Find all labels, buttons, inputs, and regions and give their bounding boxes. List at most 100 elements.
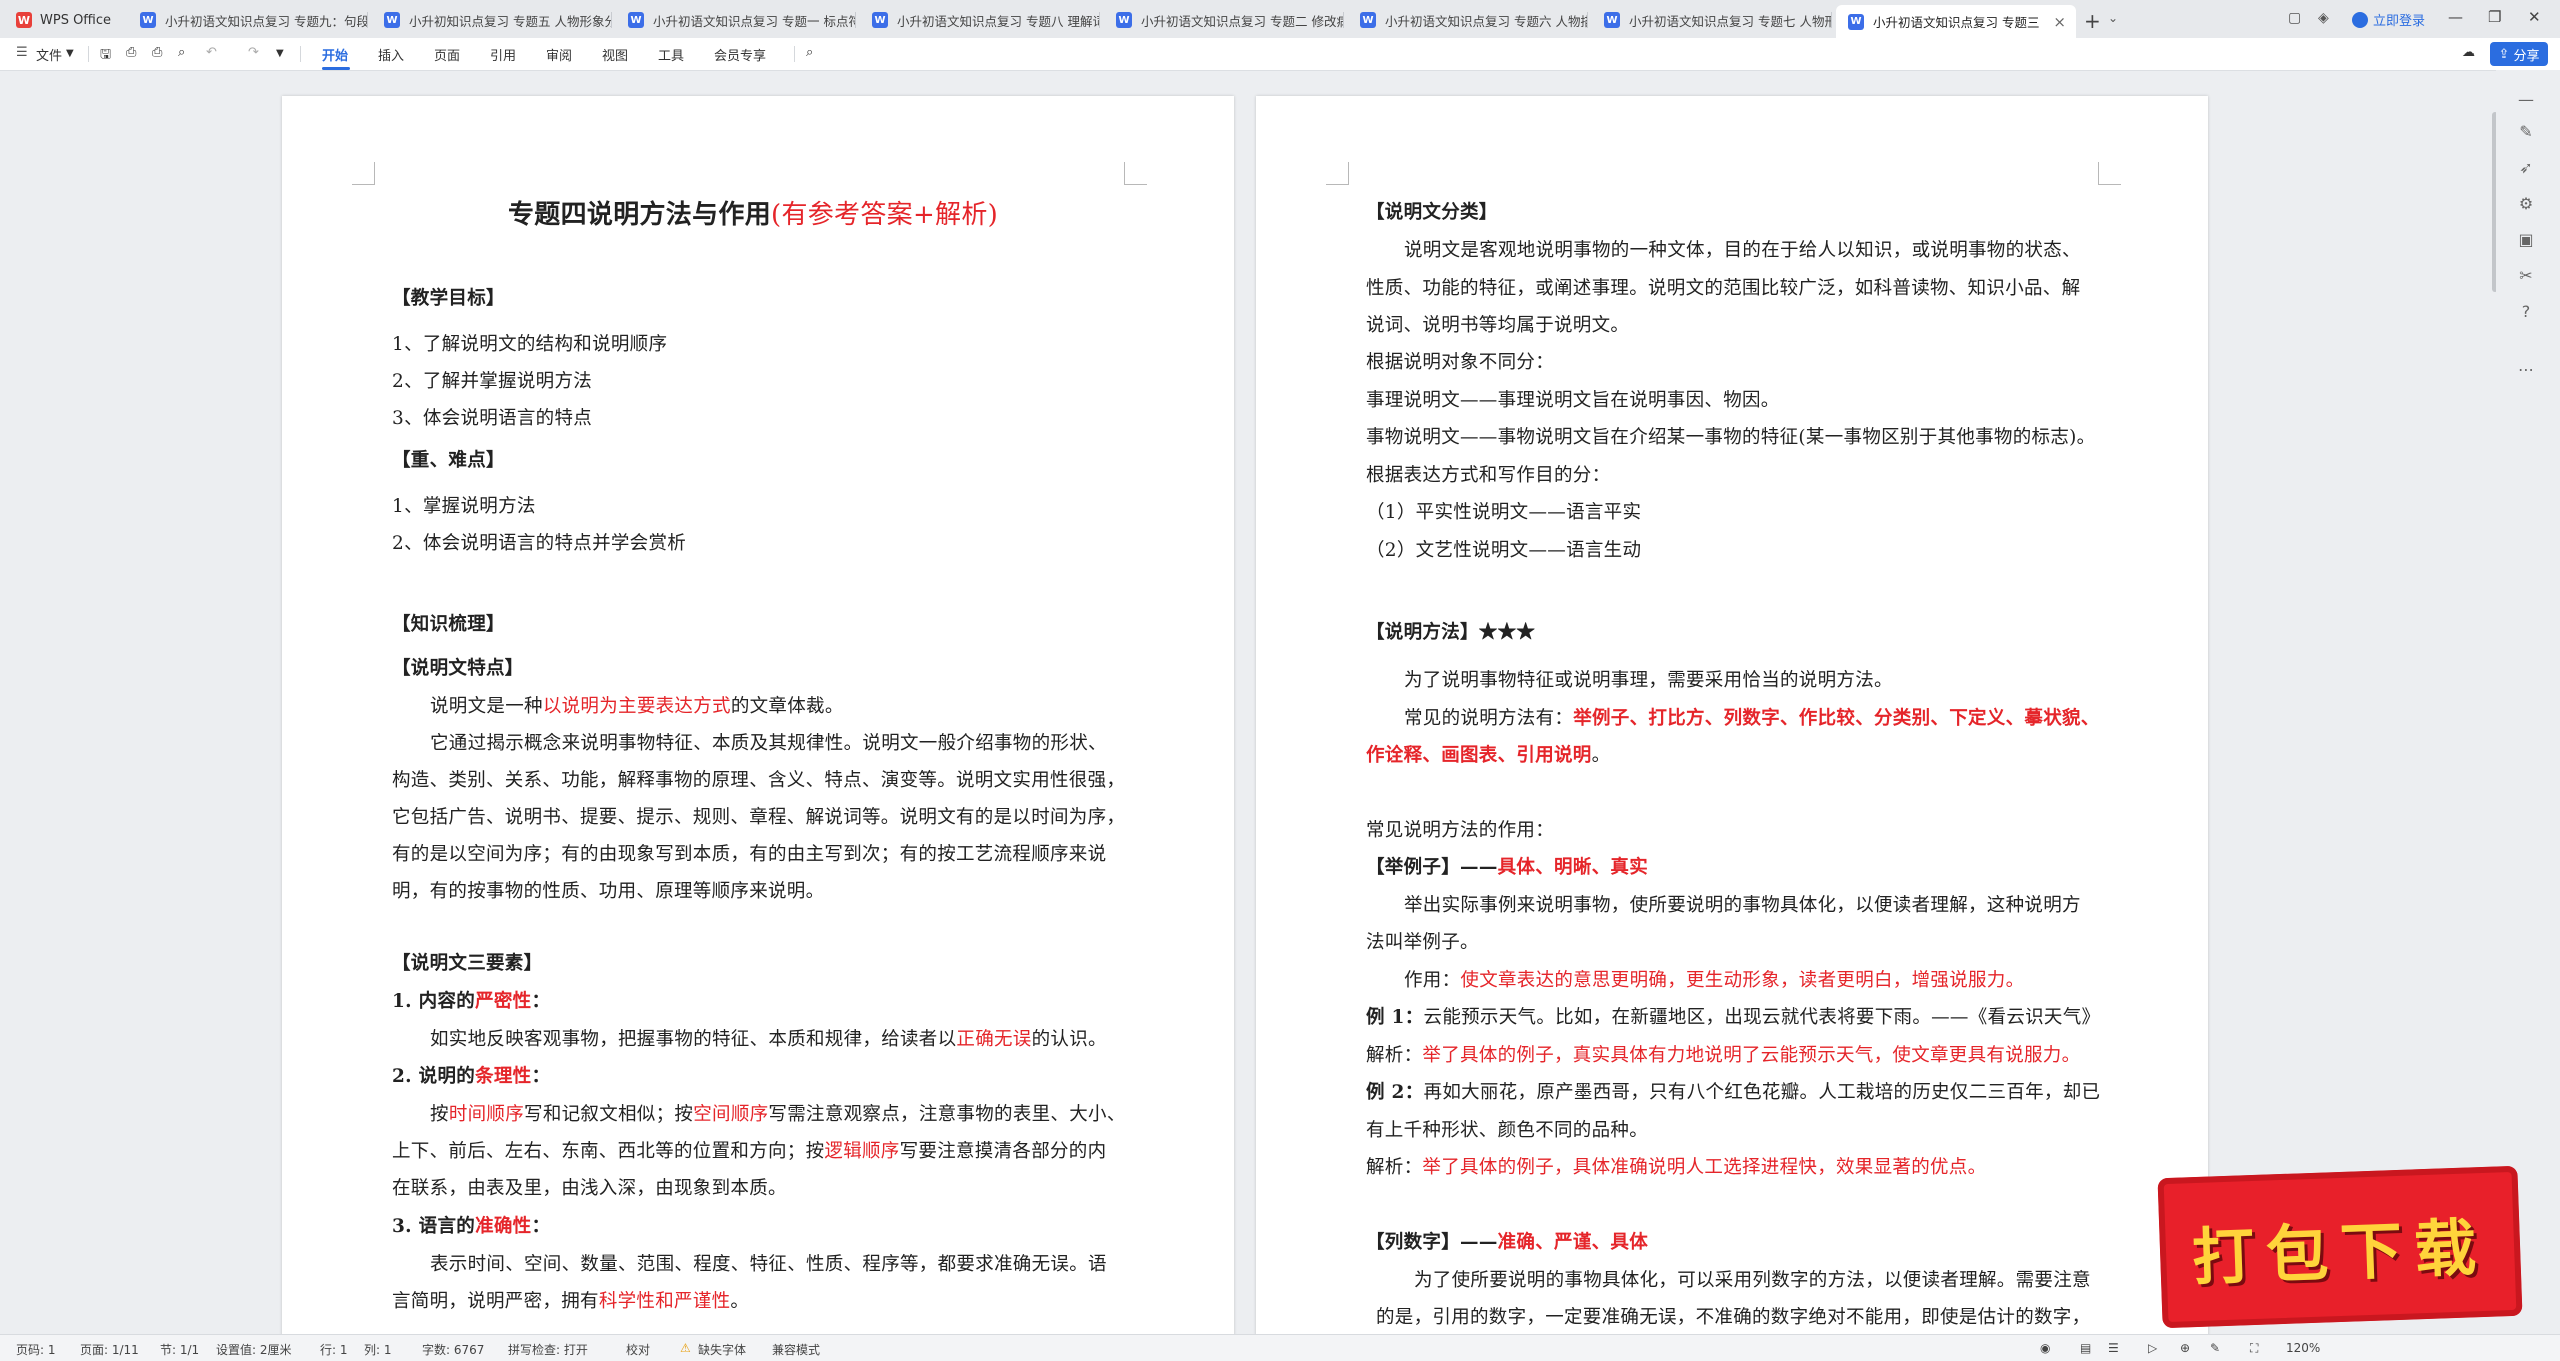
doc-tab[interactable]: W 小升初语文知识点复习 专题九：句段: [128, 5, 368, 35]
doc-tab-title: 小升初语文知识点复习 专题九：句段: [165, 13, 368, 29]
select-icon[interactable]: ➶: [2516, 158, 2536, 178]
print-icon[interactable]: ⎙: [152, 45, 162, 60]
goal-item: 2、了解并掌握说明方法: [392, 371, 593, 392]
status-spell-check[interactable]: 拼写检查: 打开: [508, 1341, 588, 1358]
effect-heading: 常见说明方法的作用：: [1366, 820, 1555, 841]
word-doc-icon: W: [1116, 12, 1132, 28]
word-doc-icon: W: [1848, 13, 1864, 30]
doc-tab-title: 小升初语文知识点复习 专题一 标点符号: [653, 13, 856, 29]
example-line: 举出实际事例来说明事物，使所要说明的事物具体化，以便读者理解，这种说明方: [1404, 895, 2081, 916]
example-1: 例 1：云能预示天气。比如，在新疆地区，出现云就代表将要下雨。——《看云识天气》: [1366, 1007, 2101, 1028]
download-banner[interactable]: 打包下载: [2157, 1165, 2523, 1329]
status-missing-font[interactable]: 缺失字体: [698, 1341, 746, 1358]
goal-item: 1、了解说明文的结构和说明顺序: [392, 334, 668, 355]
warning-icon: ⚠: [680, 1341, 691, 1355]
tab-member[interactable]: 会员专享: [714, 45, 766, 64]
element-2-line: 上下、前后、左右、东南、西北等的位置和方向；按逻辑顺序写要注意摸清各部分的内: [392, 1141, 1107, 1162]
help-icon[interactable]: ?: [2516, 302, 2536, 322]
word-doc-icon: W: [628, 12, 644, 28]
status-page-number[interactable]: 页码: 1: [16, 1341, 56, 1358]
share-label: 分享: [2513, 48, 2540, 64]
chevron-down-icon[interactable]: ⌄: [2108, 11, 2118, 25]
share-button[interactable]: ⇪ 分享: [2490, 42, 2548, 66]
chevron-down-icon[interactable]: ▼: [66, 48, 74, 59]
menu-icon[interactable]: ☰: [16, 45, 28, 60]
cloud-icon[interactable]: ☁: [2462, 45, 2475, 60]
feature-line: 它包括广告、说明书、提要、提示、规则、章程、解说词等。说明文有的是以时间为序，: [392, 807, 1126, 828]
example-2-line: 有上千种形状、颜色不同的品种。: [1366, 1120, 1649, 1141]
maximize-icon[interactable]: ❐: [2488, 8, 2501, 26]
goal-heading: 【教学目标】: [392, 288, 505, 309]
doc-tab[interactable]: W 小升初知识点复习 专题五 人物形象分析: [372, 5, 612, 35]
method-line: 为了说明事物特征或说明事理，需要采用恰当的说明方法。: [1404, 670, 1893, 691]
window-layout-icon[interactable]: ▢: [2288, 10, 2301, 26]
tab-insert[interactable]: 插入: [378, 45, 404, 64]
wps-logo-icon: W: [16, 12, 32, 28]
chevron-down-icon[interactable]: ▼: [276, 48, 284, 59]
feature-paragraph: 说明文是一种以说明为主要表达方式的文章体裁。: [430, 696, 844, 717]
status-word-count[interactable]: 字数: 6767: [422, 1341, 484, 1358]
eye-icon[interactable]: ◉: [2040, 1341, 2050, 1355]
file-menu[interactable]: 文件: [36, 45, 62, 64]
doc-tab-title: 小升初语文知识点复习 专题七 人物形象: [1629, 13, 1832, 29]
page-view-icon[interactable]: ▤: [2080, 1341, 2091, 1355]
status-setting[interactable]: 设置值: 2厘米: [216, 1341, 292, 1358]
skin-icon[interactable]: ◈: [2318, 10, 2329, 26]
doc-tab[interactable]: W 小升初语文知识点复习 专题一 标点符号: [616, 5, 856, 35]
search-icon[interactable]: ⌕: [806, 45, 813, 60]
print-preview-icon[interactable]: ⌕: [178, 45, 185, 60]
feature-line: 有的是以空间为序；有的由现象写到本质，有的由主写到次；有的按工艺流程顺序来说: [392, 844, 1107, 865]
doc-tab[interactable]: W 小升初语文知识点复习 专题二 修改病句: [1104, 5, 1344, 35]
doc-tab[interactable]: W 小升初语文知识点复习 专题六 人物描写: [1348, 5, 1588, 35]
feature-line: 明，有的按事物的性质、功用、原理等顺序来说明。: [392, 881, 825, 902]
example-line: 法叫举例子。: [1366, 932, 1479, 953]
adjust-icon[interactable]: ⚙: [2516, 194, 2536, 214]
tab-home[interactable]: 开始: [322, 45, 348, 64]
doc-tab[interactable]: W 小升初语文知识点复习 专题七 人物形象: [1592, 5, 1832, 35]
doc-tab[interactable]: W 小升初语文知识点复习 专题八 理解词语: [860, 5, 1100, 35]
web-view-icon[interactable]: ⊕: [2180, 1341, 2190, 1355]
wps-home-tab[interactable]: W WPS Office: [6, 6, 124, 34]
new-tab-icon[interactable]: +: [2084, 9, 2101, 33]
pen-icon[interactable]: ✎: [2210, 1341, 2220, 1355]
fit-icon[interactable]: ⛶: [2250, 1341, 2258, 1356]
close-window-icon[interactable]: ✕: [2528, 8, 2541, 26]
class-line: 说词、说明书等均属于说明文。: [1366, 315, 1630, 336]
element-3-heading: 3. 语言的准确性：: [392, 1216, 551, 1237]
tab-review[interactable]: 审阅: [546, 45, 572, 64]
tab-tools[interactable]: 工具: [658, 45, 684, 64]
undo-icon[interactable]: ↶: [206, 45, 217, 60]
crop-mark: [352, 162, 375, 185]
tab-page[interactable]: 页面: [434, 45, 460, 64]
pen-icon[interactable]: ✎: [2516, 122, 2536, 142]
image-icon[interactable]: ▣: [2516, 230, 2536, 250]
collapse-icon[interactable]: —: [2516, 90, 2536, 110]
doc-tab-title: 小升初知识点复习 专题五 人物形象分析: [409, 13, 612, 29]
save-icon[interactable]: 🖫: [100, 45, 111, 67]
status-page-count[interactable]: 页面: 1/11: [80, 1341, 139, 1358]
example-1-analysis: 解析：举了具体的例子，真实具体有力地说明了云能预示天气，使文章更具有说服力。: [1366, 1045, 2081, 1066]
method-line: 作诠释、画图表、引用说明。: [1366, 745, 1611, 766]
tab-view[interactable]: 视图: [602, 45, 628, 64]
more-icon[interactable]: ⋯: [2516, 360, 2536, 380]
login-button[interactable]: 立即登录: [2352, 10, 2425, 29]
word-doc-icon: W: [1604, 12, 1620, 28]
right-sidebar: — ✎ ➶ ⚙ ▣ ✂ ? ⋯: [2496, 70, 2560, 1334]
crop-mark: [1124, 162, 1147, 185]
class-line: 说明文是客观地说明事物的一种文体，目的在于给人以知识，或说明事物的状态、: [1404, 240, 2081, 261]
class-line: 根据表达方式和写作目的分：: [1366, 465, 1611, 486]
status-proof[interactable]: 校对: [626, 1341, 650, 1358]
doc-tab-active[interactable]: W 小升初语文知识点复习 专题三 ×: [1836, 5, 2076, 38]
play-icon[interactable]: ▷: [2148, 1341, 2157, 1355]
outline-view-icon[interactable]: ☰: [2108, 1341, 2119, 1355]
tools-icon[interactable]: ✂: [2516, 266, 2536, 286]
element-1-text: 如实地反映客观事物，把握事物的特征、本质和规律，给读者以正确无误的认识。: [430, 1029, 1107, 1050]
tab-references[interactable]: 引用: [490, 45, 516, 64]
class-line: 事理说明文——事理说明文旨在说明事因、物因。: [1366, 390, 1780, 411]
redo-icon[interactable]: ↷: [248, 45, 259, 60]
export-pdf-icon[interactable]: ⎙: [126, 45, 136, 60]
class-line: （2）文艺性说明文——语言生动: [1366, 540, 1642, 561]
zoom-level[interactable]: 120%: [2286, 1341, 2320, 1355]
minimize-icon[interactable]: —: [2448, 8, 2463, 26]
close-tab-icon[interactable]: ×: [2053, 13, 2066, 31]
